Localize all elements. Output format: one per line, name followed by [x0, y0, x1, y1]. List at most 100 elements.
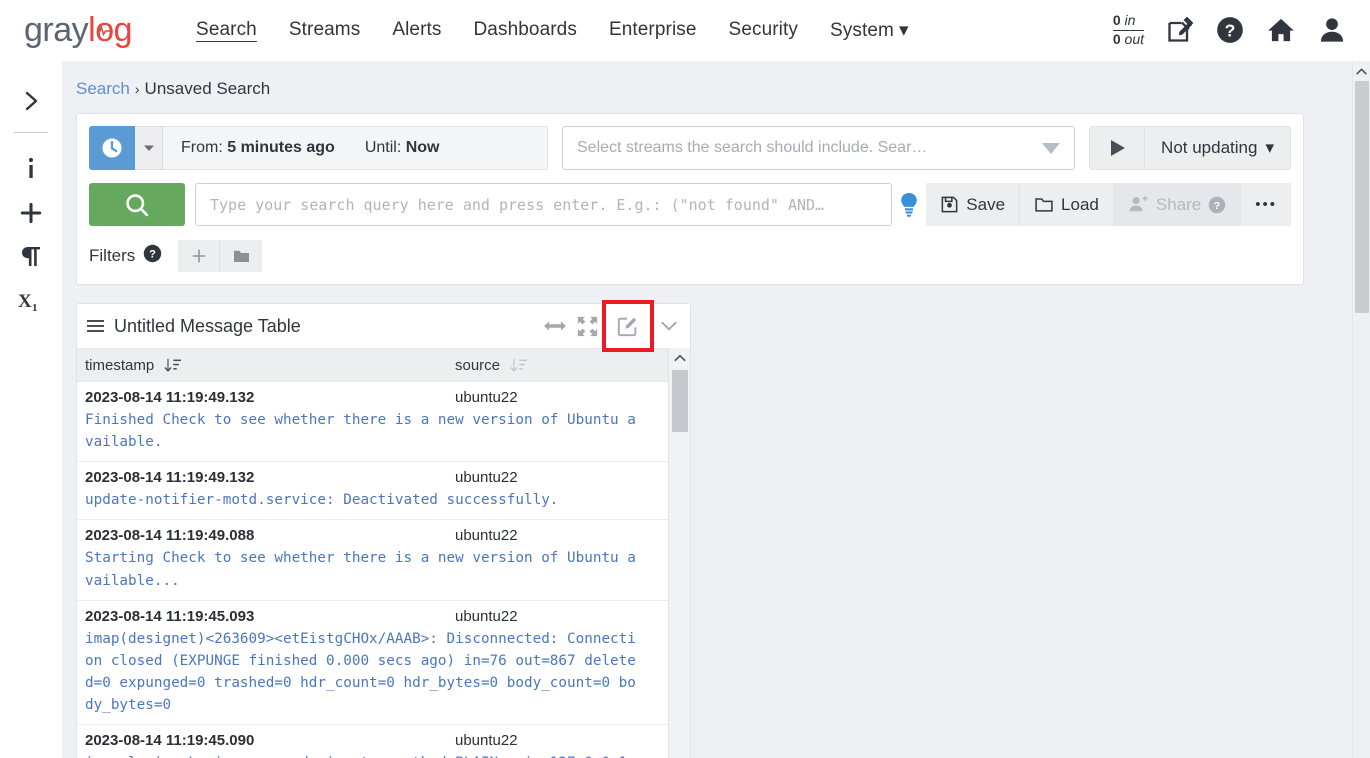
nav-item-system-label: System [829, 19, 894, 41]
sidebar-item-info[interactable] [11, 147, 51, 191]
widget-menu-chevron-icon[interactable] [656, 313, 682, 339]
time-range-clock-button[interactable] [89, 126, 135, 170]
share-help-icon[interactable]: ? [1208, 196, 1226, 214]
breadcrumb: Search › Unsaved Search [62, 61, 1352, 99]
breadcrumb-search-link[interactable]: Search [76, 79, 130, 98]
svg-text:?: ? [1214, 199, 1220, 211]
row-timestamp: 2023-08-14 11:19:45.090 [85, 732, 255, 750]
left-sidebar: X1 [0, 61, 62, 758]
column-header-timestamp-label: timestamp [85, 356, 155, 374]
throughput-indicator[interactable]: 0 in 0 out [1112, 11, 1144, 49]
table-row[interactable]: 2023-08-14 11:19:45.090 ubuntu22 imap-lo… [77, 725, 690, 758]
nav-item-security[interactable]: Security [713, 13, 814, 47]
throughput-out-value: 0 [1112, 31, 1121, 47]
filters-help-icon[interactable]: ? [143, 244, 162, 268]
widget-scrollbar-thumb[interactable] [672, 370, 688, 432]
main-nav: Search Streams Alerts Dashboards Enterpr… [180, 13, 925, 48]
row-timestamp: 2023-08-14 11:19:45.093 [85, 607, 255, 625]
nav-item-alerts[interactable]: Alerts [376, 13, 457, 47]
refresh-interval-dropdown[interactable]: Not updating ▾ [1145, 126, 1291, 170]
drag-handle-icon[interactable] [87, 320, 104, 332]
refresh-controls: Not updating ▾ [1089, 126, 1291, 170]
play-icon [1111, 140, 1126, 156]
row-meta: 2023-08-14 11:19:45.093 ubuntu22 [85, 608, 682, 625]
page-scrollbar-thumb[interactable] [1355, 81, 1369, 313]
table-row[interactable]: 2023-08-14 11:19:49.088 ubuntu22 Startin… [77, 520, 690, 601]
sidebar-divider [14, 132, 48, 133]
save-button[interactable]: Save [926, 183, 1021, 226]
nav-item-enterprise[interactable]: Enterprise [593, 13, 713, 47]
nav-item-system[interactable]: System ▾ [814, 13, 925, 48]
search-icon [126, 193, 149, 216]
sidebar-item-fields[interactable]: X1 [11, 279, 51, 323]
column-header-timestamp[interactable]: timestamp [85, 357, 455, 374]
nav-item-search[interactable]: Search [180, 13, 273, 47]
navbar-right: 0 in 0 out ? [1112, 11, 1346, 49]
share-button[interactable]: Share ? [1113, 183, 1242, 226]
page-scroll-up-arrow-icon[interactable] [1353, 61, 1370, 81]
row-source: ubuntu22 [455, 469, 518, 487]
time-range-display[interactable]: From: 5 minutes ago Until: Now [163, 126, 548, 170]
column-header-source[interactable]: source [455, 357, 528, 374]
search-controls-row-3: Filters ? [89, 240, 1291, 272]
filter-folder-button[interactable] [220, 240, 263, 272]
add-filter-button[interactable] [178, 240, 221, 272]
stream-filter-select[interactable]: Select streams the search should include… [562, 126, 1076, 170]
share-label: Share [1155, 194, 1202, 214]
resize-widget-icon[interactable] [542, 313, 568, 339]
graylog-logo[interactable]: gray l o g [24, 13, 133, 47]
chevron-right-icon [25, 91, 38, 111]
search-query-placeholder: Type your search query here and press en… [210, 195, 825, 214]
time-range-dropdown-button[interactable] [135, 126, 163, 170]
run-search-button[interactable] [89, 183, 185, 226]
row-source: ubuntu22 [455, 389, 518, 406]
share-user-icon [1129, 195, 1148, 212]
sidebar-item-highlighting[interactable] [11, 235, 51, 279]
pencil-square-icon [617, 317, 637, 337]
row-timestamp: 2023-08-14 11:19:49.132 [85, 469, 255, 487]
sidebar-item-add[interactable] [11, 191, 51, 235]
load-button[interactable]: Load [1020, 183, 1114, 226]
widget-title[interactable]: Untitled Message Table [114, 316, 301, 337]
scroll-up-arrow-icon[interactable] [669, 348, 690, 368]
refresh-play-button[interactable] [1089, 126, 1146, 170]
fullscreen-widget-icon[interactable] [574, 313, 600, 339]
nav-item-streams[interactable]: Streams [273, 13, 376, 47]
folder-icon [1035, 198, 1053, 212]
row-message: imap-login: Login: user=<designet>, meth… [85, 752, 641, 758]
edit-icon[interactable] [1166, 16, 1194, 44]
table-row[interactable]: 2023-08-14 11:19:45.093 ubuntu22 imap(de… [77, 601, 690, 726]
table-row[interactable]: 2023-08-14 11:19:49.132 ubuntu22 Finishe… [77, 382, 690, 463]
throughput-in-value: 0 [1112, 11, 1121, 28]
throughput-in-label: in [1124, 11, 1136, 28]
search-action-buttons: Save Load Share ? ••• [926, 183, 1291, 226]
help-icon[interactable]: ? [1216, 16, 1244, 44]
subscript-icon: X1 [18, 291, 38, 314]
sort-desc-icon [164, 358, 182, 372]
widget-header: Untitled Message Table [77, 300, 690, 352]
table-row[interactable]: 2023-08-14 11:19:49.132 ubuntu22 update-… [77, 462, 690, 521]
row-message: Starting Check to see whether there is a… [85, 550, 636, 589]
pulse-icon [97, 25, 112, 36]
edit-widget-icon[interactable] [602, 300, 654, 352]
time-until-value: Now [405, 139, 440, 156]
time-until-label: Until: [364, 139, 402, 156]
row-meta: 2023-08-14 11:19:49.088 ubuntu22 [85, 527, 682, 544]
load-label: Load [1061, 194, 1099, 214]
row-source: ubuntu22 [455, 527, 518, 545]
more-actions-button[interactable]: ••• [1241, 183, 1291, 226]
row-timestamp: 2023-08-14 11:19:49.088 [85, 527, 255, 545]
query-hints-icon[interactable] [892, 183, 926, 226]
row-source: ubuntu22 [455, 607, 518, 625]
user-icon[interactable] [1318, 16, 1346, 44]
nav-item-dashboards[interactable]: Dashboards [457, 13, 592, 47]
search-query-input[interactable]: Type your search query here and press en… [195, 183, 893, 226]
svg-text:1: 1 [32, 302, 38, 314]
sidebar-item-expand[interactable] [11, 79, 51, 123]
home-icon[interactable] [1266, 16, 1296, 44]
plus-icon [192, 249, 206, 263]
ellipsis-icon: ••• [1255, 196, 1277, 213]
message-table-body[interactable]: 2023-08-14 11:19:49.132 ubuntu22 Finishe… [77, 382, 690, 758]
page-scrollbar[interactable] [1352, 61, 1370, 758]
widget-scrollbar[interactable] [668, 348, 690, 758]
